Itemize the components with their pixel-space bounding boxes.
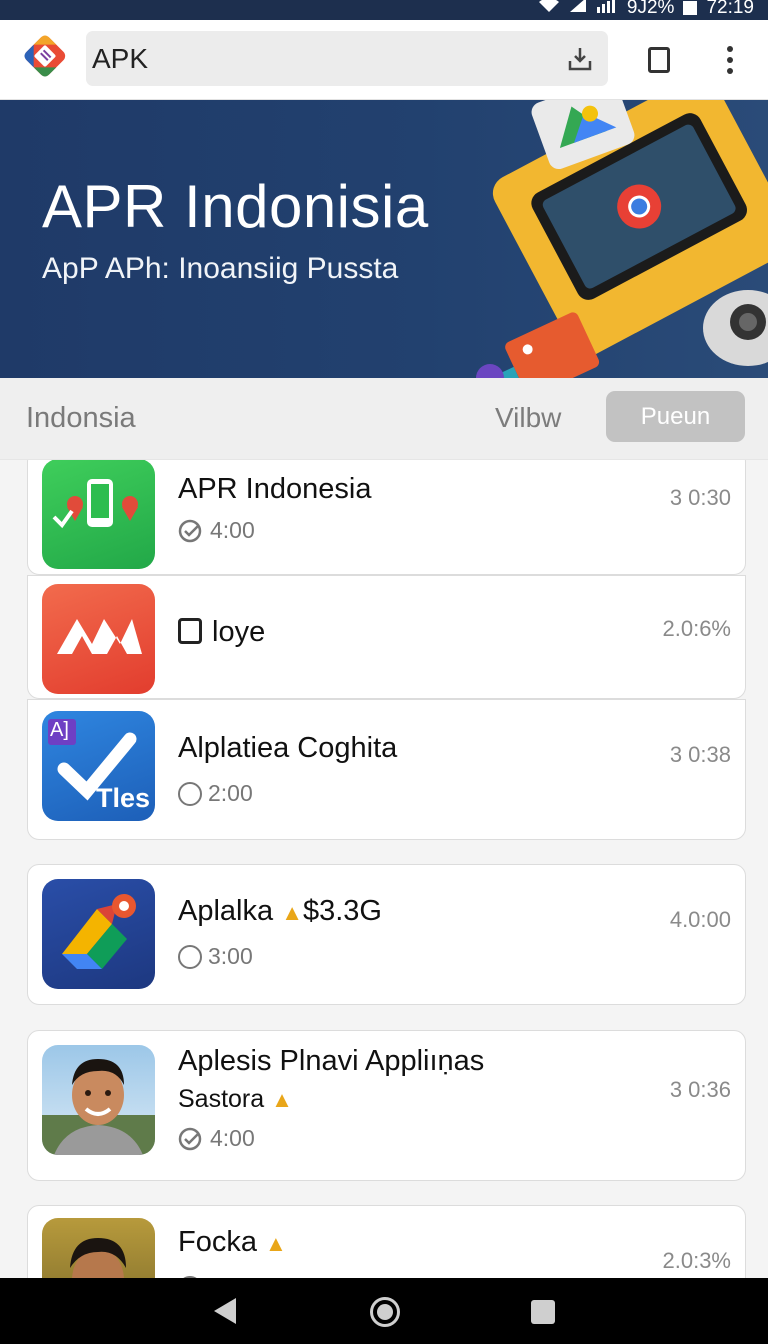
app-time: 3 0:38 <box>669 742 731 767</box>
verified-icon <box>178 1127 204 1151</box>
app-logo-icon[interactable] <box>22 33 68 79</box>
list-item[interactable]: Aplalka ▲$3.3G 3:00 4.0:00 <box>27 864 746 1005</box>
app-name: Aplesis Plnavi Appliıṇas <box>178 1045 485 1077</box>
more-menu-icon[interactable] <box>727 46 735 76</box>
badge-icon: ▲ <box>271 1087 293 1112</box>
app-name: Alplatiea Coghita <box>178 732 398 764</box>
hero-title: APR Indonisia <box>42 173 429 240</box>
screen: 9J2% 72:19 APK APR Indonisia ApP APh: In… <box>0 0 768 1344</box>
app-list: APR Indonesia 4:00 3 0:30 loye 2.0:6% A]… <box>0 460 768 1278</box>
recent-apps-icon[interactable] <box>531 1300 555 1324</box>
home-icon[interactable] <box>370 1297 400 1327</box>
browser-toolbar: APK <box>0 20 768 100</box>
app-meta: 4:00 <box>178 517 255 544</box>
app-time: 2.0:6% <box>662 616 732 641</box>
avatar <box>42 1045 155 1155</box>
app-duration: 4:00 <box>210 1125 255 1151</box>
url-text[interactable]: APK <box>92 43 148 75</box>
view-link[interactable]: Vilbw <box>495 402 561 434</box>
app-time: 3 0:30 <box>669 485 731 510</box>
filter-bar: Indonsia Vilbw Pueun <box>0 378 768 460</box>
app-name: Focka ▲ <box>178 1226 287 1258</box>
app-time: 4.0:00 <box>669 907 731 932</box>
app-duration: 3:00 <box>208 943 253 969</box>
app-time: 3 0:36 <box>669 1077 731 1102</box>
signal-bars-icon <box>596 0 618 19</box>
app-name: APR Indonesia <box>178 473 372 505</box>
app-icon-text: Tles <box>96 783 151 813</box>
battery-percent: 9J2% <box>626 0 675 18</box>
list-item[interactable]: loye 2.0:6% <box>27 575 746 699</box>
navigation-bar <box>0 1278 768 1344</box>
badge-icon: ▲ <box>281 900 303 925</box>
clock-icon <box>178 781 202 806</box>
hero-subtitle: ApP APh: Inoansiig Pussta <box>42 252 399 285</box>
app-meta: 4:00 <box>178 1125 255 1152</box>
app-icon-small-text: A] <box>50 719 69 741</box>
badge-icon: ▲ <box>265 1231 287 1256</box>
list-item[interactable]: Focka ▲ 2.0:3% <box>27 1205 746 1278</box>
clock: 72:19 <box>706 0 754 18</box>
signal-icon <box>569 0 587 19</box>
app-icon <box>42 879 155 989</box>
app-icon: A] Tles <box>42 711 155 821</box>
app-badge: $3.3G <box>302 895 382 927</box>
hero-illustration <box>476 100 768 378</box>
wifi-icon <box>538 0 560 19</box>
app-meta: 3:00 <box>178 943 253 970</box>
download-icon[interactable] <box>566 45 594 73</box>
hero-banner: APR Indonisia ApP APh: Inoansiig Pussta <box>0 100 768 378</box>
url-bar[interactable]: APK <box>86 31 608 86</box>
back-icon[interactable] <box>214 1298 236 1324</box>
battery-icon <box>683 1 698 15</box>
app-name: Aplalka ▲$3.3G <box>178 895 382 927</box>
list-item[interactable]: APR Indonesia 4:00 3 0:30 <box>27 460 746 575</box>
avatar <box>42 1218 155 1278</box>
app-subtitle: Sastora ▲ <box>178 1085 293 1113</box>
app-name: loye <box>178 616 265 649</box>
app-duration: 4:00 <box>210 517 255 543</box>
app-icon <box>42 460 155 569</box>
tabs-icon[interactable] <box>648 47 670 73</box>
clock-icon <box>178 944 202 969</box>
status-icons: 9J2% 72:19 <box>538 0 754 19</box>
verified-icon <box>178 519 204 543</box>
filter-button[interactable]: Pueun <box>606 391 745 442</box>
app-time: 2.0:3% <box>662 1248 732 1273</box>
bag-icon <box>178 618 202 644</box>
app-icon <box>42 584 155 694</box>
list-item[interactable]: Aplesis Plnavi Appliıṇas Sastora ▲ 4:00 … <box>27 1030 746 1181</box>
app-duration: 2:00 <box>208 780 253 806</box>
app-meta: 2:00 <box>178 780 253 807</box>
search-input[interactable]: Indonsia <box>26 402 136 435</box>
status-bar: 9J2% 72:19 <box>0 0 768 20</box>
list-item[interactable]: A] Tles Alplatiea Coghita 2:00 3 0:38 <box>27 699 746 840</box>
